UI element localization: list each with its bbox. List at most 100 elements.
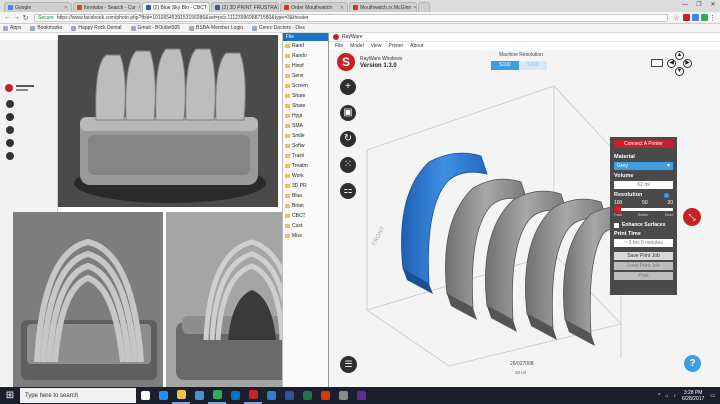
taskbar-app[interactable]	[316, 387, 334, 404]
view-down-icon[interactable]: ▼	[675, 67, 684, 76]
menu-view[interactable]: View	[371, 43, 382, 49]
url-input[interactable]: Secure https://www.facebook.com/photo.ph…	[34, 13, 668, 22]
folder-item[interactable]: Share	[283, 91, 332, 101]
taskbar-app[interactable]	[172, 387, 190, 404]
browser-tab[interactable]: (2) 3D PRINT FRUSTRA✕	[211, 2, 279, 12]
forward-icon[interactable]: →	[12, 14, 21, 21]
bookmark-item[interactable]: Happy Rock Dental	[71, 25, 122, 31]
menu-icon[interactable]: ⋮	[708, 14, 717, 22]
extension-icon[interactable]	[701, 14, 708, 21]
folder-item[interactable]: SMA	[283, 121, 332, 131]
taskbar-app[interactable]	[244, 387, 262, 404]
start-button[interactable]: ⊞	[0, 387, 20, 404]
tab-close-icon[interactable]: ✕	[338, 5, 344, 11]
folder-item[interactable]: Misc	[283, 231, 332, 241]
close-button[interactable]: ✕	[706, 0, 720, 10]
duplicate-button[interactable]: ⚏	[340, 183, 356, 199]
taskbar-search-input[interactable]: Type here to search	[20, 388, 136, 403]
minimize-button[interactable]: —	[678, 0, 692, 10]
support-button[interactable]: ⁙	[340, 157, 356, 173]
folder-item[interactable]: Servi	[283, 71, 332, 81]
taskbar-app[interactable]	[208, 387, 226, 404]
taskbar-app[interactable]	[262, 387, 280, 404]
resolution-slider-handle[interactable]	[614, 206, 621, 213]
maximize-button[interactable]: ❐	[692, 0, 706, 10]
info-icon[interactable]	[664, 193, 669, 198]
view-left-icon[interactable]: ◀	[667, 59, 676, 68]
load-print-job-button[interactable]: Load Print Job	[614, 262, 673, 270]
taskbar-app[interactable]	[226, 387, 244, 404]
help-button[interactable]: ?	[684, 355, 701, 372]
browser-tab[interactable]: Google ✕	[4, 2, 72, 12]
folder-item[interactable]: Rando	[283, 51, 332, 61]
browser-tab[interactable]: (2) Blue Sky Bio - CBCT✕	[142, 2, 210, 12]
extension-icon[interactable]	[692, 14, 699, 21]
add-model-button[interactable]: +	[340, 79, 356, 95]
folder-item[interactable]: Screen	[283, 81, 332, 91]
taskbar-app[interactable]	[334, 387, 352, 404]
connect-printer-button[interactable]: Connect A Printer	[614, 140, 673, 148]
tab-close-icon[interactable]: ✕	[411, 5, 416, 11]
browser-tab[interactable]: formlabs - Search - Cur✕	[73, 2, 141, 12]
tab-close-icon[interactable]: ✕	[62, 5, 68, 11]
taskbar-app[interactable]	[190, 387, 208, 404]
tab-close-icon[interactable]: ✕	[207, 5, 210, 11]
collapse-panel-button[interactable]: ⤡	[683, 208, 701, 226]
bookmark-item[interactable]: Bookmarks	[30, 25, 62, 31]
folder-item[interactable]: Hygi	[283, 111, 332, 121]
resolution-slider[interactable]	[614, 206, 673, 213]
enhance-surfaces-checkbox[interactable]: Enhance Surfaces	[614, 222, 673, 228]
new-tab-button[interactable]	[418, 2, 430, 12]
folder-item[interactable]: Smile	[283, 131, 332, 141]
view-up-icon[interactable]: ▲	[675, 51, 684, 60]
menu-printer[interactable]: Printer	[388, 43, 403, 49]
menu-about[interactable]: About	[410, 43, 423, 49]
tab-close-icon[interactable]: ✕	[277, 5, 278, 11]
bookmark-item[interactable]: Gmail - BOutlet005	[130, 25, 180, 31]
taskbar-app[interactable]	[298, 387, 316, 404]
tab-close-icon[interactable]: ✕	[136, 5, 140, 11]
taskbar-app[interactable]	[154, 387, 172, 404]
folder-item[interactable]: Brian	[283, 201, 332, 211]
print-button[interactable]: Print	[614, 272, 673, 280]
taskbar-app[interactable]	[136, 387, 154, 404]
folder-item[interactable]: Share	[283, 101, 332, 111]
save-print-job-button[interactable]: Save Print Job	[614, 252, 673, 260]
star-icon[interactable]: ☆	[672, 14, 681, 22]
view-right-icon[interactable]: ▶	[683, 59, 692, 68]
layout-button[interactable]: ▣	[340, 105, 356, 121]
folder-item[interactable]: Blue	[283, 191, 332, 201]
folder-item[interactable]: CBCT	[283, 211, 332, 221]
taskbar-app[interactable]	[352, 387, 370, 404]
bookmark-item[interactable]: BSBA-Member Login	[189, 25, 243, 31]
resolution-option-s200[interactable]: S200	[519, 61, 547, 70]
bookmark-item[interactable]: Apps	[3, 25, 21, 31]
taskbar-app[interactable]	[280, 387, 298, 404]
clock[interactable]: 3:28 PM 6/28/2017	[682, 390, 704, 402]
folder-item[interactable]: Rand	[283, 41, 332, 51]
extension-icon[interactable]	[683, 14, 690, 21]
folder-item[interactable]: Work	[283, 171, 332, 181]
folder-item[interactable]: Treatm	[283, 161, 332, 171]
volume-icon[interactable]: ♪	[674, 393, 677, 399]
bookmark-item[interactable]: Cerec Doctors - Disc	[252, 25, 305, 31]
main-menu-button[interactable]: ☰	[340, 356, 357, 373]
auto-orient-button[interactable]: ↻	[340, 131, 356, 147]
tray-chevron-icon[interactable]: ^	[658, 393, 660, 399]
folder-item[interactable]: Softw	[283, 141, 332, 151]
folder-item[interactable]: Traini	[283, 151, 332, 161]
reload-icon[interactable]: ↻	[21, 14, 30, 22]
back-icon[interactable]: ←	[3, 14, 12, 21]
network-icon[interactable]: ⌂	[665, 393, 668, 399]
folder-item[interactable]: Hinof	[283, 61, 332, 71]
notifications-icon[interactable]: ▭	[710, 393, 715, 399]
folder-item[interactable]: 3D PR	[283, 181, 332, 191]
browser-tab[interactable]: Mouthwatch.rx.McGinn ✕	[349, 2, 417, 12]
folder-item[interactable]: Cust	[283, 221, 332, 231]
menu-file[interactable]: File	[335, 43, 343, 49]
menu-model[interactable]: Model	[350, 43, 364, 49]
browser-tab[interactable]: Order Mouthwatch ✕	[280, 2, 348, 12]
resolution-option-s100[interactable]: S100	[491, 61, 519, 70]
view-cube-icon[interactable]	[651, 59, 663, 67]
material-select[interactable]: Grey	[614, 162, 673, 170]
